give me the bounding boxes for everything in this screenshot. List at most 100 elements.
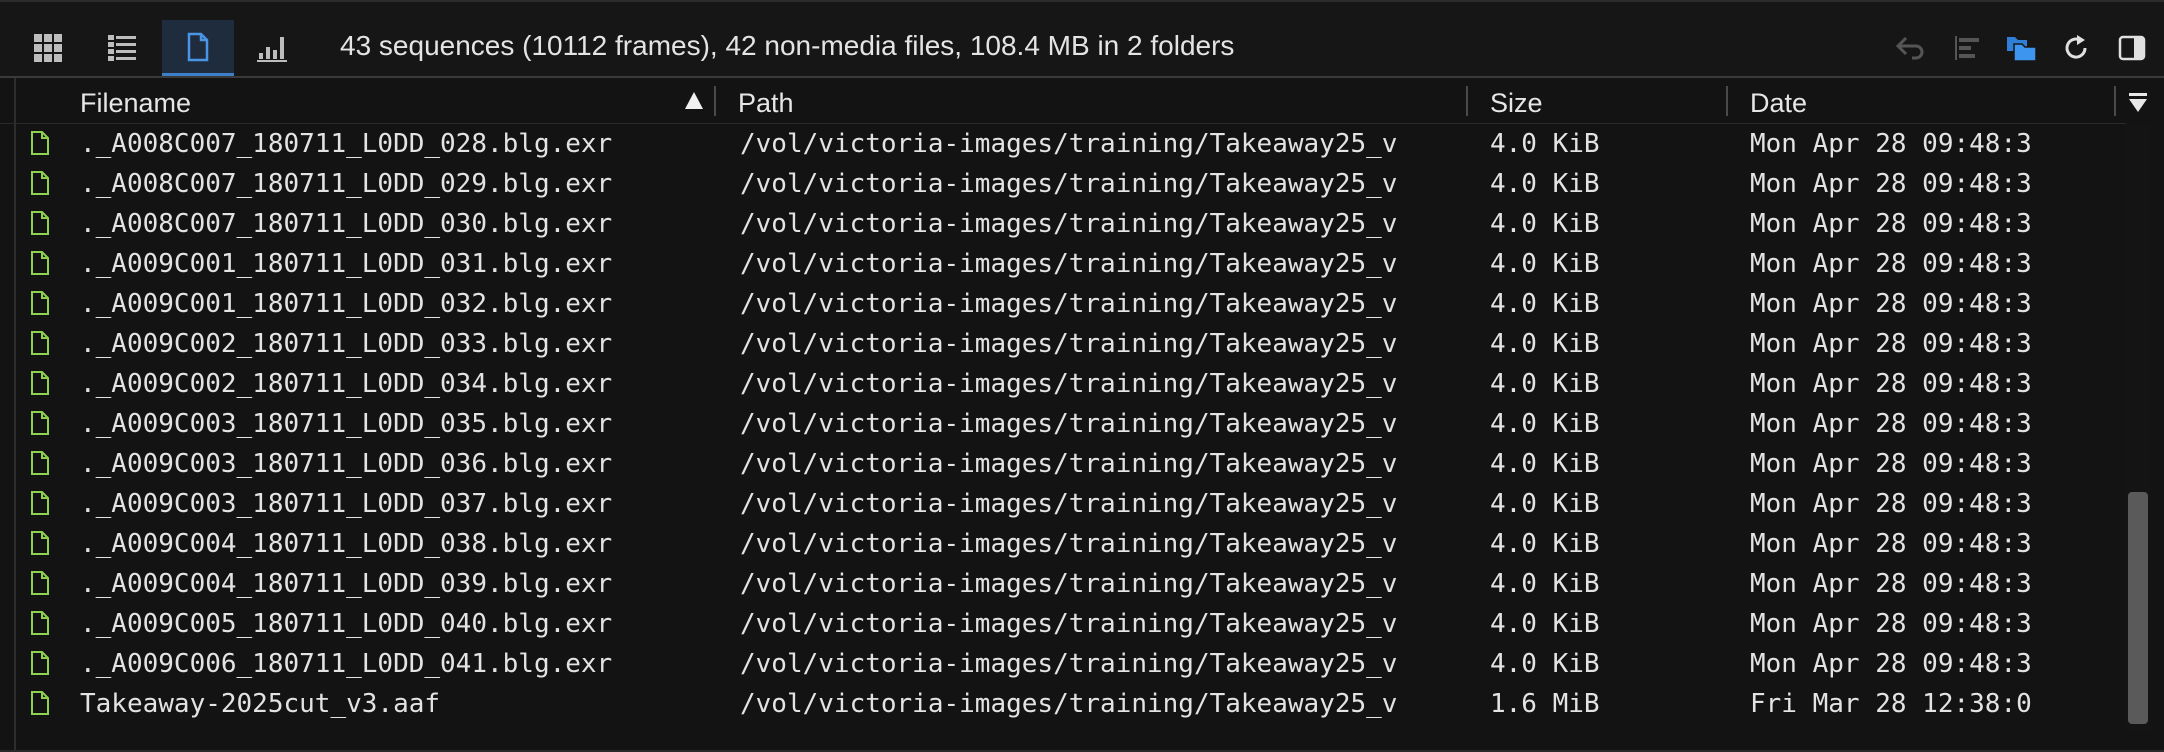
copy-to-folder-icon [2007,37,2037,62]
file-icon [31,251,49,275]
panel-toggle-button[interactable] [2114,30,2150,66]
link-back-button[interactable] [1892,30,1928,66]
size-cell: 4.0 KiB [1490,169,1600,199]
size-cell: 4.0 KiB [1490,529,1600,559]
table-row[interactable]: ._A009C004_180711_L0DD_039.blg.exr/vol/v… [0,563,2126,603]
size-cell: 4.0 KiB [1490,489,1600,519]
path-cell: /vol/victoria-images/training/Takeaway25… [740,529,1398,559]
path-cell: /vol/victoria-images/training/Takeaway25… [740,689,1398,719]
path-cell: /vol/victoria-images/training/Takeaway25… [740,129,1398,159]
file-browser-window: 43 sequences (10112 frames), 42 non-medi… [0,0,2164,752]
table-row[interactable]: ._A009C002_180711_L0DD_034.blg.exr/vol/v… [0,363,2126,403]
align-left-button[interactable] [1950,30,1986,66]
table-row[interactable]: ._A009C005_180711_L0DD_040.blg.exr/vol/v… [0,603,2126,643]
column-resize-handle[interactable] [2114,86,2116,116]
file-icon [31,411,49,435]
filename-cell: Takeaway-2025cut_v3.aaf [80,689,441,719]
date-cell: Mon Apr 28 09:48:3 [1750,129,2032,159]
table-row[interactable]: ._A009C001_180711_L0DD_031.blg.exr/vol/v… [0,243,2126,283]
size-cell: 4.0 KiB [1490,569,1600,599]
refresh-button[interactable] [2058,30,2094,66]
file-icon [31,571,49,595]
table-row[interactable]: ._A009C004_180711_L0DD_038.blg.exr/vol/v… [0,523,2126,563]
path-cell: /vol/victoria-images/training/Takeaway25… [740,249,1398,279]
path-cell: /vol/victoria-images/training/Takeaway25… [740,609,1398,639]
path-cell: /vol/victoria-images/training/Takeaway25… [740,649,1398,679]
date-cell: Mon Apr 28 09:48:3 [1750,329,2032,359]
path-cell: /vol/victoria-images/training/Takeaway25… [740,489,1398,519]
filename-cell: ._A008C007_180711_L0DD_030.blg.exr [80,209,613,239]
table-row[interactable]: ._A009C003_180711_L0DD_037.blg.exr/vol/v… [0,483,2126,523]
column-resize-handle[interactable] [714,86,716,116]
size-cell: 1.6 MiB [1490,689,1600,719]
align-left-icon [1955,36,1979,60]
copy-to-folder-button[interactable] [2004,30,2040,66]
column-header-filename[interactable]: Filename [80,88,191,119]
column-resize-handle[interactable] [1466,86,1468,116]
table-row[interactable]: ._A009C006_180711_L0DD_041.blg.exr/vol/v… [0,643,2126,683]
date-cell: Mon Apr 28 09:48:3 [1750,169,2032,199]
filename-cell: ._A009C002_180711_L0DD_034.blg.exr [80,369,613,399]
table-row[interactable]: ._A008C007_180711_L0DD_030.blg.exr/vol/v… [0,203,2126,243]
filename-cell: ._A009C002_180711_L0DD_033.blg.exr [80,329,613,359]
date-cell: Mon Apr 28 09:48:3 [1750,569,2032,599]
size-cell: 4.0 KiB [1490,409,1600,439]
size-cell: 4.0 KiB [1490,249,1600,279]
filename-cell: ._A009C004_180711_L0DD_039.blg.exr [80,569,613,599]
date-cell: Mon Apr 28 09:48:3 [1750,649,2032,679]
grid-large-view-button[interactable] [12,20,84,76]
filename-cell: ._A009C003_180711_L0DD_036.blg.exr [80,449,613,479]
table-row[interactable]: ._A009C001_180711_L0DD_032.blg.exr/vol/v… [0,283,2126,323]
file-icon [31,691,49,715]
file-list-view-button[interactable] [162,20,234,76]
filename-cell: ._A009C005_180711_L0DD_040.blg.exr [80,609,613,639]
link-back-icon [1895,36,1924,60]
table-row[interactable]: ._A008C007_180711_L0DD_028.blg.exr/vol/v… [0,123,2126,163]
refresh-icon [2065,35,2087,59]
table-row[interactable]: ._A009C003_180711_L0DD_035.blg.exr/vol/v… [0,403,2126,443]
filename-cell: ._A009C003_180711_L0DD_035.blg.exr [80,409,613,439]
date-cell: Mon Apr 28 09:48:3 [1750,489,2032,519]
table-row[interactable]: Takeaway-2025cut_v3.aaf/vol/victoria-ima… [0,683,2126,723]
filename-cell: ._A009C004_180711_L0DD_038.blg.exr [80,529,613,559]
table-row[interactable]: ._A008C007_180711_L0DD_029.blg.exr/vol/v… [0,163,2126,203]
file-icon [31,611,49,635]
filename-cell: ._A009C003_180711_L0DD_037.blg.exr [80,489,613,519]
file-icon [31,131,49,155]
file-icon [31,451,49,475]
column-header-row: Filename Path Size Date [0,78,2126,124]
size-cell: 4.0 KiB [1490,649,1600,679]
table-row[interactable]: ._A009C002_180711_L0DD_033.blg.exr/vol/v… [0,323,2126,363]
path-cell: /vol/victoria-images/training/Takeaway25… [740,209,1398,239]
sort-ascending-icon [685,92,703,109]
column-menu-icon [2129,93,2147,112]
scrollbar-thumb[interactable] [2128,492,2148,724]
table-row[interactable]: ._A009C003_180711_L0DD_036.blg.exr/vol/v… [0,443,2126,483]
filename-cell: ._A009C001_180711_L0DD_032.blg.exr [80,289,613,319]
path-cell: /vol/victoria-images/training/Takeaway25… [740,329,1398,359]
column-menu-button[interactable] [2126,88,2150,116]
stats-view-button[interactable] [236,20,308,76]
date-cell: Mon Apr 28 09:48:3 [1750,289,2032,319]
file-icon [31,331,49,355]
file-icon [31,291,49,315]
size-cell: 4.0 KiB [1490,369,1600,399]
column-header-size[interactable]: Size [1490,88,1543,119]
file-icon [31,491,49,515]
file-icon [31,651,49,675]
grid-large-icon [34,34,62,62]
column-resize-handle[interactable] [1726,86,1728,116]
filename-cell: ._A009C001_180711_L0DD_031.blg.exr [80,249,613,279]
filename-cell: ._A008C007_180711_L0DD_029.blg.exr [80,169,613,199]
date-cell: Mon Apr 28 09:48:3 [1750,409,2032,439]
path-cell: /vol/victoria-images/training/Takeaway25… [740,169,1398,199]
size-cell: 4.0 KiB [1490,609,1600,639]
grid-list-view-button[interactable] [86,20,158,76]
size-cell: 4.0 KiB [1490,329,1600,359]
column-header-path[interactable]: Path [738,88,794,119]
date-cell: Mon Apr 28 09:48:3 [1750,249,2032,279]
date-cell: Fri Mar 28 12:38:0 [1750,689,2032,719]
filename-cell: ._A009C006_180711_L0DD_041.blg.exr [80,649,613,679]
date-cell: Mon Apr 28 09:48:3 [1750,209,2032,239]
column-header-date[interactable]: Date [1750,88,1807,119]
